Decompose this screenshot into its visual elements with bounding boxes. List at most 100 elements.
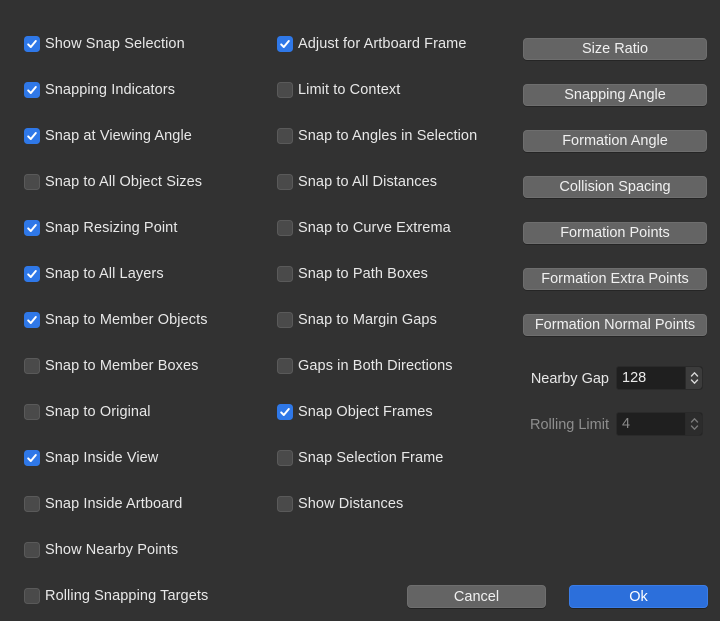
checkbox-label: Snap Inside View xyxy=(45,450,159,466)
checkbox-label: Gaps in Both Directions xyxy=(298,358,453,374)
nearby-gap-stepper xyxy=(616,366,703,390)
checkbox-row-snap-to-original[interactable]: Snap to Original xyxy=(24,402,151,422)
checkbox[interactable] xyxy=(24,220,40,236)
up-down-arrows-icon xyxy=(690,418,698,430)
checkbox[interactable] xyxy=(277,496,293,512)
snapping-angle-button[interactable]: Snapping Angle xyxy=(523,84,707,106)
checkbox-label: Snap to All Object Sizes xyxy=(45,174,203,190)
checkbox-label: Snap to All Layers xyxy=(45,266,164,282)
checkbox[interactable] xyxy=(277,82,293,98)
checkbox-row-show-nearby-points[interactable]: Show Nearby Points xyxy=(24,540,178,560)
checkbox[interactable] xyxy=(24,450,40,466)
checkmark-icon xyxy=(27,454,37,462)
checkbox-row-snap-to-margin-gaps[interactable]: Snap to Margin Gaps xyxy=(277,310,437,330)
nearby-gap-label: Nearby Gap xyxy=(530,371,609,387)
checkbox-label: Snap Resizing Point xyxy=(45,220,178,236)
checkbox[interactable] xyxy=(24,266,40,282)
rolling-limit-stepper xyxy=(616,412,703,436)
rolling-limit-label: Rolling Limit xyxy=(530,417,609,433)
checkbox-label: Snap to Original xyxy=(45,404,151,420)
checkbox[interactable] xyxy=(24,588,40,604)
checkbox[interactable] xyxy=(277,266,293,282)
checkbox-label: Adjust for Artboard Frame xyxy=(298,36,467,52)
checkbox-label: Limit to Context xyxy=(298,82,401,98)
checkbox-label: Snap to Member Boxes xyxy=(45,358,199,374)
checkbox-label: Show Nearby Points xyxy=(45,542,179,558)
checkbox[interactable] xyxy=(24,312,40,328)
checkbox-row-snap-object-frames[interactable]: Snap Object Frames xyxy=(277,402,433,422)
checkbox-row-snap-to-all-layers[interactable]: Snap to All Layers xyxy=(24,264,164,284)
checkbox[interactable] xyxy=(24,128,40,144)
checkbox-row-snap-inside-artboard[interactable]: Snap Inside Artboard xyxy=(24,494,182,514)
checkbox[interactable] xyxy=(277,128,293,144)
checkbox-row-snap-resizing-point[interactable]: Snap Resizing Point xyxy=(24,218,177,238)
checkbox[interactable] xyxy=(24,82,40,98)
checkbox-row-snap-to-member-boxes[interactable]: Snap to Member Boxes xyxy=(24,356,199,376)
checkbox-row-adjust-for-artboard-frame[interactable]: Adjust for Artboard Frame xyxy=(277,34,467,54)
nearby-gap-input[interactable] xyxy=(617,367,683,389)
checkmark-icon xyxy=(27,270,37,278)
ok-button[interactable]: Ok xyxy=(569,585,708,608)
checkbox[interactable] xyxy=(24,404,40,420)
size-ratio-button[interactable]: Size Ratio xyxy=(523,38,707,60)
checkbox[interactable] xyxy=(24,496,40,512)
checkmark-icon xyxy=(27,86,37,94)
checkbox-row-show-distances[interactable]: Show Distances xyxy=(277,494,403,514)
checkbox[interactable] xyxy=(277,450,293,466)
checkbox-label: Snap to All Distances xyxy=(298,174,438,190)
checkbox[interactable] xyxy=(277,174,293,190)
checkbox-label: Snap to Path Boxes xyxy=(298,266,428,282)
checkbox-row-snapping-indicators[interactable]: Snapping Indicators xyxy=(24,80,175,100)
checkbox[interactable] xyxy=(277,312,293,328)
checkbox-row-snap-at-viewing-angle[interactable]: Snap at Viewing Angle xyxy=(24,126,192,146)
checkbox[interactable] xyxy=(277,220,293,236)
checkbox[interactable] xyxy=(24,358,40,374)
checkbox-label: Snap to Curve Extrema xyxy=(298,220,451,236)
formation-normal-points-button[interactable]: Formation Normal Points xyxy=(523,314,707,336)
checkbox[interactable] xyxy=(24,542,40,558)
checkbox-label: Show Snap Selection xyxy=(45,36,185,52)
checkbox-label: Snap Inside Artboard xyxy=(45,496,183,512)
checkbox-label: Snapping Indicators xyxy=(45,82,176,98)
cancel-button[interactable]: Cancel xyxy=(407,585,546,608)
checkbox-row-snap-to-path-boxes[interactable]: Snap to Path Boxes xyxy=(277,264,428,284)
checkmark-icon xyxy=(27,224,37,232)
checkbox-row-snap-selection-frame[interactable]: Snap Selection Frame xyxy=(277,448,443,468)
checkbox-row-snap-to-all-distances[interactable]: Snap to All Distances xyxy=(277,172,437,192)
rolling-limit-stepper-arrows[interactable] xyxy=(685,413,702,435)
checkbox-label: Rolling Snapping Targets xyxy=(45,588,209,604)
formation-angle-button[interactable]: Formation Angle xyxy=(523,130,707,152)
checkbox-row-snap-to-member-objects[interactable]: Snap to Member Objects xyxy=(24,310,208,330)
checkbox[interactable] xyxy=(277,358,293,374)
nearby-gap-stepper-arrows[interactable] xyxy=(685,367,702,389)
up-down-arrows-icon xyxy=(690,372,698,384)
checkmark-icon xyxy=(27,132,37,140)
checkbox[interactable] xyxy=(24,36,40,52)
checkmark-icon xyxy=(27,316,37,324)
checkbox-label: Snap to Margin Gaps xyxy=(298,312,437,328)
checkbox-row-show-snap-selection[interactable]: Show Snap Selection xyxy=(24,34,185,54)
checkbox-label: Snap Selection Frame xyxy=(298,450,444,466)
checkbox-row-gaps-in-both-directions[interactable]: Gaps in Both Directions xyxy=(277,356,453,376)
checkbox-label: Snap to Angles in Selection xyxy=(298,128,478,144)
checkbox-row-snap-inside-view[interactable]: Snap Inside View xyxy=(24,448,158,468)
checkbox[interactable] xyxy=(24,174,40,190)
checkbox[interactable] xyxy=(277,36,293,52)
checkbox-row-rolling-snapping-targets[interactable]: Rolling Snapping Targets xyxy=(24,586,208,606)
checkbox-row-snap-to-curve-extrema[interactable]: Snap to Curve Extrema xyxy=(277,218,451,238)
checkmark-icon xyxy=(280,408,290,416)
checkbox-row-snap-to-angles-in-selection[interactable]: Snap to Angles in Selection xyxy=(277,126,477,146)
collision-spacing-button[interactable]: Collision Spacing xyxy=(523,176,707,198)
formation-extra-points-button[interactable]: Formation Extra Points xyxy=(523,268,707,290)
checkbox-label: Snap at Viewing Angle xyxy=(45,128,192,144)
checkbox-row-limit-to-context[interactable]: Limit to Context xyxy=(277,80,400,100)
rolling-limit-input[interactable] xyxy=(617,413,683,435)
checkbox[interactable] xyxy=(277,404,293,420)
checkbox-label: Snap Object Frames xyxy=(298,404,433,420)
checkbox-label: Snap to Member Objects xyxy=(45,312,208,328)
checkbox-label: Show Distances xyxy=(298,496,404,512)
checkmark-icon xyxy=(280,40,290,48)
snapping-options-dialog: Show Snap Selection Snapping Indicators Sn… xyxy=(0,0,720,621)
formation-points-button[interactable]: Formation Points xyxy=(523,222,707,244)
checkbox-row-snap-to-all-object-sizes[interactable]: Snap to All Object Sizes xyxy=(24,172,202,192)
